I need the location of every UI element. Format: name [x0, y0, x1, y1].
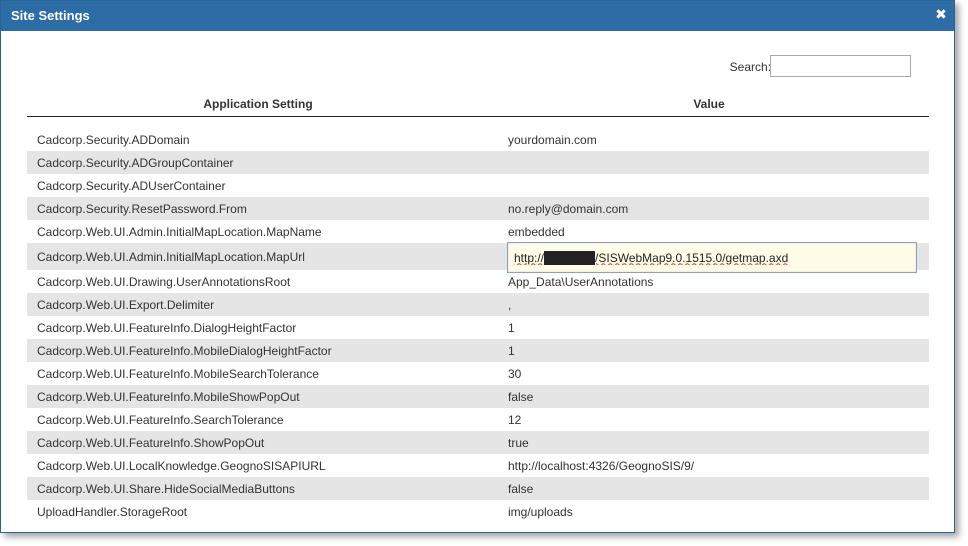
table-row[interactable]: Cadcorp.Security.ADUserContainer — [27, 174, 929, 197]
setting-value-cell[interactable]: 30 — [508, 367, 521, 381]
setting-name-cell: Cadcorp.Security.ADUserContainer — [37, 179, 226, 193]
setting-name-cell: Cadcorp.Web.UI.Drawing.UserAnnotationsRo… — [37, 275, 291, 289]
table-row[interactable]: Cadcorp.Web.UI.FeatureInfo.SearchToleran… — [27, 408, 929, 431]
setting-name-cell: Cadcorp.Security.ADGroupContainer — [37, 156, 234, 170]
setting-name-cell: Cadcorp.Web.UI.FeatureInfo.ShowPopOut — [37, 436, 265, 450]
dialog-titlebar: Site Settings ✖ — [1, 1, 954, 31]
setting-name-cell: UploadHandler.StorageRoot — [37, 505, 188, 519]
setting-name-cell: Cadcorp.Web.UI.LocalKnowledge.GeognoSISA… — [37, 459, 326, 473]
dialog-title: Site Settings — [11, 8, 90, 23]
setting-value-cell[interactable]: yourdomain.com — [508, 133, 597, 147]
setting-value-edit-input[interactable] — [507, 242, 917, 273]
table-row[interactable]: Cadcorp.Web.UI.FeatureInfo.MobileShowPop… — [27, 385, 929, 408]
setting-value-cell[interactable]: 1 — [508, 321, 515, 335]
table-row[interactable]: Cadcorp.Web.UI.Share.HideSocialMediaButt… — [27, 477, 929, 500]
setting-name-cell: Cadcorp.Web.UI.FeatureInfo.SearchToleran… — [37, 413, 284, 427]
setting-value-cell[interactable]: embedded — [508, 225, 565, 239]
table-row[interactable]: Cadcorp.Security.ADDomain yourdomain.com — [27, 128, 929, 151]
setting-name-cell: Cadcorp.Web.UI.Share.HideSocialMediaButt… — [37, 482, 295, 496]
setting-value-cell[interactable]: false — [508, 482, 533, 496]
setting-value-cell[interactable]: 1 — [508, 344, 515, 358]
close-icon[interactable]: ✖ — [934, 6, 948, 22]
table-row[interactable]: Cadcorp.Web.UI.FeatureInfo.ShowPopOut tru… — [27, 431, 929, 454]
setting-value-cell[interactable]: http://localhost:4326/GeognoSIS/9/ — [508, 459, 694, 473]
setting-name-cell: Cadcorp.Web.UI.FeatureInfo.DialogHeightF… — [37, 321, 297, 335]
setting-name-cell: Cadcorp.Web.UI.FeatureInfo.MobileSearchT… — [37, 367, 319, 381]
table-row[interactable]: Cadcorp.Web.UI.FeatureInfo.MobileSearchT… — [27, 362, 929, 385]
setting-value-cell[interactable]: img/uploads — [508, 505, 573, 519]
setting-name-cell: Cadcorp.Web.UI.Admin.InitialMapLocation.… — [37, 250, 305, 264]
setting-value-cell[interactable]: no.reply@domain.com — [508, 202, 628, 216]
table-row[interactable]: Cadcorp.Web.UI.Export.Delimiter, — [27, 293, 929, 316]
setting-name-cell: Cadcorp.Web.UI.Admin.InitialMapLocation.… — [37, 225, 322, 239]
search-label: Search: — [729, 60, 771, 74]
setting-name-cell: Cadcorp.Web.UI.FeatureInfo.MobileShowPop… — [37, 390, 300, 404]
column-header-application-setting[interactable]: Application Setting — [27, 97, 489, 111]
setting-value-cell[interactable]: , — [508, 298, 511, 312]
setting-value-cell[interactable]: true — [508, 436, 529, 450]
setting-value-cell[interactable]: 12 — [508, 413, 521, 427]
table-row[interactable]: Cadcorp.Web.UI.Drawing.UserAnnotationsRo… — [27, 270, 929, 293]
table-row[interactable]: Cadcorp.Web.UI.FeatureInfo.DialogHeightF… — [27, 316, 929, 339]
setting-value-cell[interactable]: App_Data\UserAnnotations — [508, 275, 653, 289]
table-row[interactable]: Cadcorp.Web.UI.Admin.InitialMapLocation.… — [27, 242, 929, 273]
settings-table: Application Setting Value Cadcorp.Securi… — [27, 94, 929, 523]
table-row[interactable]: UploadHandler.StorageRoot img/uploads — [27, 500, 929, 523]
table-row[interactable]: Cadcorp.Web.UI.FeatureInfo.MobileDialogH… — [27, 339, 929, 362]
table-header: Application Setting Value — [27, 94, 929, 117]
column-header-value[interactable]: Value — [489, 97, 929, 111]
setting-name-cell: Cadcorp.Web.UI.FeatureInfo.MobileDialogH… — [37, 344, 332, 358]
table-row[interactable]: Cadcorp.Security.ADGroupContainer — [27, 151, 929, 174]
site-settings-dialog: Site Settings ✖ Search: Application Sett… — [0, 0, 955, 533]
setting-name-cell: Cadcorp.Security.ResetPassword.From — [37, 202, 247, 216]
setting-value-cell[interactable]: false — [508, 390, 533, 404]
table-row[interactable]: Cadcorp.Security.ResetPassword.From no.re… — [27, 197, 929, 220]
search-input[interactable] — [770, 55, 911, 77]
table-row[interactable]: Cadcorp.Web.UI.LocalKnowledge.GeognoSISA… — [27, 454, 929, 477]
table-row[interactable]: Cadcorp.Web.UI.Admin.InitialMapLocation.… — [27, 220, 929, 243]
search-box: Search: — [701, 55, 913, 79]
setting-name-cell: Cadcorp.Security.ADDomain — [37, 133, 190, 147]
table-body: Cadcorp.Security.ADDomain yourdomain.com C… — [27, 128, 929, 523]
setting-name-cell: Cadcorp.Web.UI.Export.Delimiter — [37, 298, 215, 312]
